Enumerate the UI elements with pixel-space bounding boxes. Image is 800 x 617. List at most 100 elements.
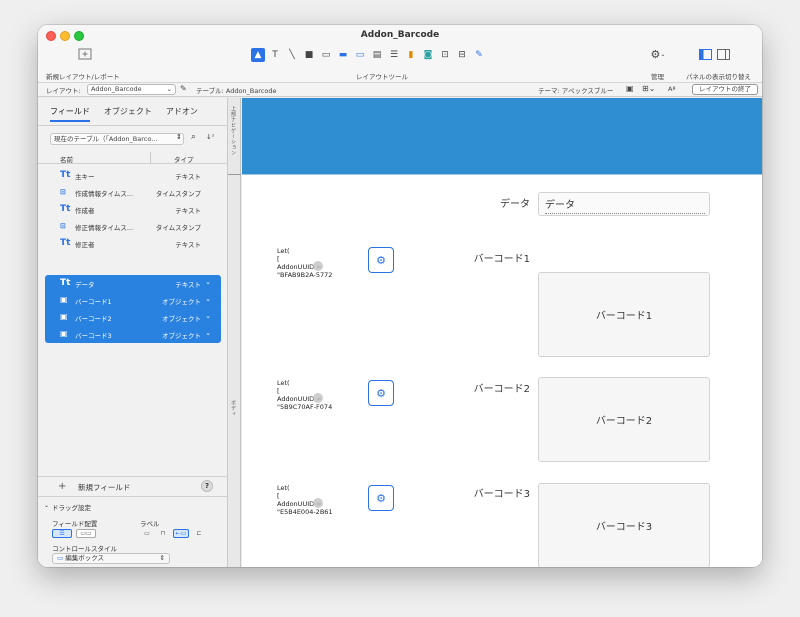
- col-type-header[interactable]: タイプ: [174, 154, 194, 164]
- drag-settings: ⌄ ドラッグ設定 フィールド配置 ラベル ☰ ▭▭ ▭ ⊓ ⇠▭ ⊏ コントロー…: [38, 496, 228, 567]
- gear-icon: ⚙: [650, 47, 661, 61]
- barcode2-label[interactable]: バーコード2: [462, 380, 530, 395]
- addon-marker-icon: [313, 498, 323, 508]
- toolbar: Addon_Barcode 新規レイアウト/レポート ▲ T ╲ ■ ▭ ▬ ▭…: [38, 25, 762, 83]
- stepper-icon: ⇕: [159, 554, 165, 562]
- sort-icon[interactable]: ↓ᶻ: [206, 133, 214, 141]
- chevron-down-icon[interactable]: ⌄: [205, 278, 211, 286]
- label-top-icon[interactable]: ⊓: [156, 529, 170, 538]
- header-band[interactable]: [242, 98, 762, 174]
- body-part-label[interactable]: ボディ: [230, 400, 237, 417]
- field-row-creator[interactable]: Tt 作成者 テキスト: [45, 201, 221, 217]
- right-panel-toggle[interactable]: [716, 48, 730, 60]
- data-field-label[interactable]: データ: [482, 195, 530, 210]
- chevron-down-icon: ⌄: [660, 50, 666, 58]
- col-divider: [150, 152, 151, 163]
- data-field[interactable]: データ: [538, 192, 710, 216]
- field-row-primary-key[interactable]: Tt 主キー テキスト: [45, 167, 221, 183]
- text-field-icon: Tt: [60, 170, 71, 180]
- addon-settings-button-1[interactable]: ⚙: [368, 247, 394, 273]
- tab-objects[interactable]: オブジェクト: [104, 106, 152, 122]
- addon-settings-button-2[interactable]: ⚙: [368, 380, 394, 406]
- edit-layout-pencil-icon[interactable]: ✎: [180, 84, 187, 93]
- chevron-down-icon[interactable]: ⌄: [44, 502, 49, 509]
- field-row-modified-timestamp[interactable]: ⊡ 修正情報タイムス... タイムスタンプ: [45, 218, 221, 234]
- button-bar-tool-icon[interactable]: ▭: [353, 48, 367, 62]
- exit-layout-button[interactable]: レイアウトの終了: [692, 84, 758, 95]
- field-type: オブジェクト: [162, 315, 201, 323]
- addon-settings-button-3[interactable]: ⚙: [368, 485, 394, 511]
- chevron-down-icon[interactable]: ⌄: [205, 312, 211, 320]
- right-panel-icon: [716, 48, 730, 60]
- horizontal-placement-button[interactable]: ▭▭: [76, 529, 96, 538]
- field-row-modifier[interactable]: Tt 修正者 テキスト: [45, 235, 221, 251]
- panel-tabs: フィールド オブジェクト アドオン: [50, 106, 198, 122]
- field-row-barcode3[interactable]: ▣ バーコード3 オブジェクト ⌄: [45, 326, 221, 342]
- line-tool-icon[interactable]: ╲: [285, 48, 299, 62]
- label-right-icon[interactable]: ⊏: [192, 529, 206, 538]
- calc-object-2[interactable]: Let( [ AddonUUID = "5B9C70AF-F074: [277, 379, 332, 411]
- field-name: 主キー: [75, 173, 95, 181]
- chevron-down-icon[interactable]: ⌄: [205, 329, 211, 337]
- field-row-data[interactable]: Tt データ テキスト ⌄: [45, 275, 221, 291]
- insert-picture-tool-icon[interactable]: ⊡: [438, 48, 452, 62]
- tab-control-tool-icon[interactable]: ▤: [370, 48, 384, 62]
- calc-object-1[interactable]: Let( [ AddonUUID = "BFAB9B2A-5772: [277, 247, 332, 279]
- field-row-created-timestamp[interactable]: ⊡ 作成情報タイムス... タイムスタンプ: [45, 184, 221, 200]
- header-part-label[interactable]: 上部ナビゲーション: [230, 106, 237, 156]
- calc-line: "BFAB9B2A-5772: [277, 271, 333, 279]
- portal-tool-icon[interactable]: ☰: [387, 48, 401, 62]
- field-row-barcode2[interactable]: ▣ バーコード2 オブジェクト ⌄: [45, 309, 221, 325]
- field-name: データ: [75, 281, 95, 289]
- calc-line: AddonUUID =: [277, 395, 322, 403]
- rectangle-tool-icon[interactable]: ■: [302, 48, 316, 62]
- stepper-icon[interactable]: ⇕: [176, 133, 182, 141]
- manage-button[interactable]: ⚙ ⌄: [647, 47, 669, 61]
- left-panel-icon: [698, 48, 712, 60]
- barcode2-container[interactable]: バーコード2: [538, 377, 710, 462]
- web-viewer-tool-icon[interactable]: ◙: [421, 48, 435, 62]
- field-name: 作成者: [75, 207, 95, 215]
- col-name-header[interactable]: 名前: [60, 154, 73, 164]
- format-painter-icon[interactable]: ✎: [472, 48, 486, 62]
- tab-addons[interactable]: アドオン: [166, 106, 198, 122]
- tabs-divider: [38, 125, 228, 126]
- calc-line: Let(: [277, 247, 290, 255]
- text-tool-icon[interactable]: T: [268, 48, 282, 62]
- new-field-button[interactable]: 新規フィールド: [78, 482, 130, 493]
- left-panel-toggle[interactable]: [698, 48, 712, 60]
- search-icon[interactable]: ⌕: [191, 132, 196, 142]
- calc-object-3[interactable]: Let( [ AddonUUID = "E5B4E004-2B61: [277, 484, 333, 516]
- field-tool-icon[interactable]: ▭: [319, 48, 333, 62]
- button-tool-icon[interactable]: ▬: [336, 48, 350, 62]
- insert-field-tool-icon[interactable]: ⊟: [455, 48, 469, 62]
- theme-icon[interactable]: ▣: [626, 84, 634, 93]
- fields-panel: フィールド オブジェクト アドオン 現在のテーブル（「Addon_Barco..…: [38, 98, 228, 567]
- window-title: Addon_Barcode: [360, 30, 440, 40]
- control-style-select[interactable]: ▭ 編集ボックス ⇕: [52, 553, 170, 564]
- barcode1-label[interactable]: バーコード1: [462, 250, 530, 265]
- grid-icon[interactable]: ⊞⌄: [642, 84, 655, 93]
- label-left-icon[interactable]: ⇠▭: [173, 529, 189, 538]
- tab-fields[interactable]: フィールド: [50, 106, 90, 122]
- field-type: タイムスタンプ: [155, 190, 201, 198]
- barcode3-container[interactable]: バーコード3: [538, 483, 710, 567]
- barcode3-label[interactable]: バーコード3: [462, 485, 530, 500]
- layout-select[interactable]: Addon_Barcode ⌄: [87, 84, 176, 95]
- field-type: テキスト: [175, 207, 201, 215]
- plus-icon[interactable]: +: [58, 481, 66, 492]
- pointer-tool-icon[interactable]: ▲: [251, 48, 265, 62]
- font-aa-label[interactable]: Aª: [668, 85, 676, 93]
- vertical-placement-button[interactable]: ☰: [52, 529, 72, 538]
- field-row-barcode1[interactable]: ▣ バーコード1 オブジェクト ⌄: [45, 292, 221, 308]
- chevron-down-icon[interactable]: ⌄: [205, 295, 211, 303]
- chart-tool-icon[interactable]: ▮: [404, 48, 418, 62]
- table-label: テーブル: Addon_Barcode: [196, 87, 277, 95]
- new-layout-button[interactable]: [76, 47, 94, 61]
- help-button[interactable]: ?: [201, 480, 213, 492]
- manage-label: 管理: [651, 73, 664, 81]
- label-none-icon[interactable]: ▭: [140, 529, 154, 538]
- barcode1-container[interactable]: バーコード1: [538, 272, 710, 357]
- current-table-select[interactable]: 現在のテーブル（「Addon_Barco...: [50, 133, 184, 145]
- app-window: Addon_Barcode 新規レイアウト/レポート ▲ T ╲ ■ ▭ ▬ ▭…: [38, 25, 762, 567]
